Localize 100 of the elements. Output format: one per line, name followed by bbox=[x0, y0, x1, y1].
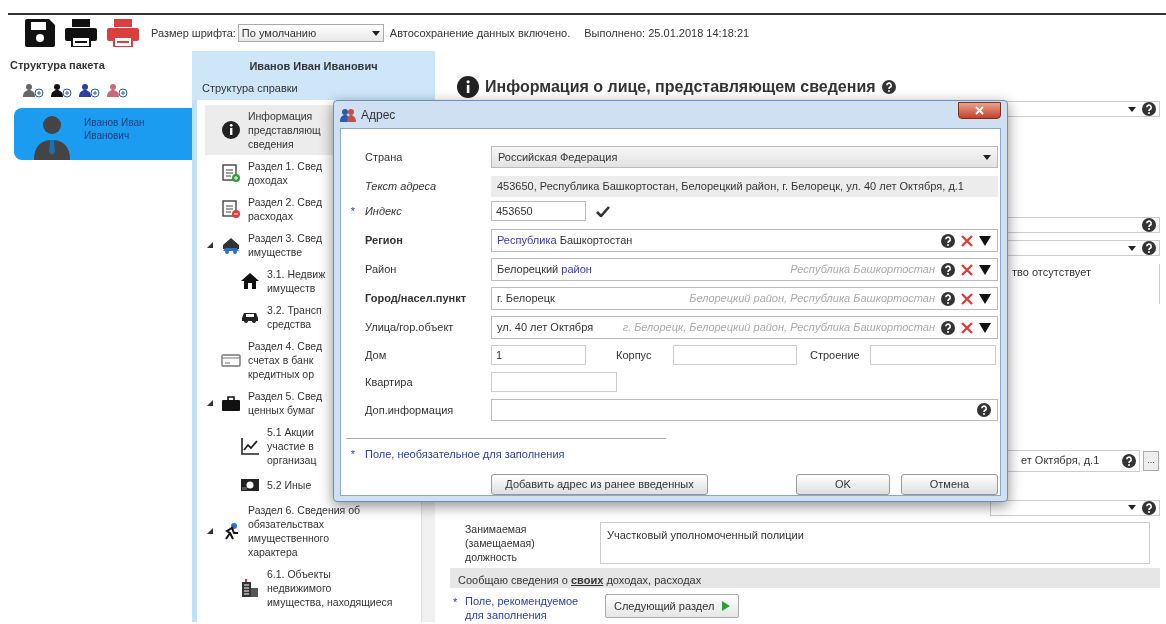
add-address-button[interactable]: Добавить адрес из ранее введенных bbox=[491, 473, 708, 495]
font-size-select[interactable]: По умолчанию bbox=[237, 24, 384, 42]
field-label: Занимаемая (замещаемая) должность bbox=[465, 521, 536, 564]
document-plus-icon bbox=[221, 163, 241, 183]
select-field[interactable] bbox=[990, 499, 1160, 516]
help-icon[interactable] bbox=[1142, 218, 1156, 232]
add-person-icon[interactable] bbox=[78, 83, 100, 98]
autosave-status: Автосохранение данных включено. bbox=[389, 25, 571, 41]
help-icon[interactable] bbox=[1142, 500, 1156, 515]
clear-icon[interactable] bbox=[961, 292, 973, 305]
hint-text: Поле, необязательное для заполнения bbox=[365, 447, 565, 462]
caret-icon[interactable] bbox=[1128, 505, 1136, 510]
house-field[interactable]: 1 bbox=[491, 345, 586, 365]
field-label: Квартира bbox=[365, 374, 413, 390]
asterisk-mark: * bbox=[453, 595, 459, 610]
play-icon bbox=[722, 601, 731, 611]
asterisk-mark: * bbox=[349, 203, 357, 219]
section-heading: Информация о лице, представляющем сведения bbox=[485, 77, 876, 97]
dialog-title: Адрес bbox=[361, 106, 397, 124]
field-label: Улица/гор.объект bbox=[365, 320, 454, 336]
add-person-icon[interactable] bbox=[22, 83, 44, 98]
expand-arrow-icon[interactable] bbox=[206, 400, 213, 406]
save-icon[interactable] bbox=[25, 19, 55, 47]
panel-title: Структура пакета bbox=[9, 58, 106, 73]
clear-icon[interactable] bbox=[961, 263, 973, 276]
house-car-icon bbox=[221, 235, 241, 255]
field-label: Корпус bbox=[616, 347, 653, 363]
consent-text: Сообщаю сведения о своих доходах, расходах bbox=[458, 573, 702, 586]
input-field[interactable] bbox=[491, 399, 998, 421]
tree-item[interactable]: Раздел 6. Сведения об обязательствах имущественного характера bbox=[205, 499, 421, 563]
help-icon[interactable] bbox=[977, 403, 991, 417]
apartment-field[interactable] bbox=[491, 372, 617, 392]
tree-item[interactable]: 6.1. Объекты недвижимого имущества, находящиеся bbox=[205, 563, 421, 613]
caret-icon[interactable] bbox=[1128, 245, 1136, 251]
hint-text: Белорецкий район, Республика Башкортостан bbox=[688, 291, 935, 307]
expand-arrow-icon[interactable] bbox=[206, 528, 213, 534]
dropdown-icon[interactable] bbox=[979, 322, 991, 333]
person-item[interactable]: Иванов Иван Иванович bbox=[14, 107, 192, 160]
browse-button[interactable]: ... bbox=[1143, 450, 1159, 471]
hint-text: г. Белорецк, Белорецкий район, Республика Башкортостан bbox=[621, 320, 935, 336]
help-icon[interactable] bbox=[1142, 102, 1156, 116]
field-label: Дом bbox=[365, 347, 387, 363]
index-field[interactable]: 453650 bbox=[491, 201, 586, 221]
caret-icon[interactable] bbox=[1128, 106, 1136, 112]
person-name: Иванов Иван Иванович bbox=[248, 59, 379, 74]
country-select[interactable]: Российская Федерация bbox=[491, 146, 998, 168]
people-icon bbox=[340, 107, 356, 122]
dropdown-icon[interactable] bbox=[979, 264, 991, 275]
caret-icon[interactable] bbox=[371, 30, 380, 36]
input-field[interactable] bbox=[673, 345, 797, 365]
field-label: Регион bbox=[365, 233, 403, 249]
close-button[interactable] bbox=[958, 102, 1001, 119]
lookup-field[interactable]: Белорецкий район Республика Башкортостан bbox=[491, 258, 998, 281]
close-icon bbox=[975, 106, 984, 115]
help-icon[interactable] bbox=[1142, 241, 1156, 255]
help-icon[interactable] bbox=[941, 320, 955, 335]
printer-icon[interactable] bbox=[65, 19, 97, 47]
field-label: Строение bbox=[810, 347, 861, 363]
caret-icon[interactable] bbox=[983, 154, 991, 160]
cancel-button[interactable]: Отмена bbox=[901, 473, 998, 495]
lookup-field[interactable]: Республика Башкортостан bbox=[491, 229, 998, 252]
house-icon bbox=[240, 271, 260, 291]
help-icon[interactable] bbox=[941, 291, 955, 306]
info-icon bbox=[221, 120, 241, 140]
help-icon[interactable] bbox=[941, 233, 955, 248]
building-icon bbox=[240, 578, 260, 598]
info-icon bbox=[457, 76, 479, 98]
dropdown-icon[interactable] bbox=[979, 293, 991, 304]
expand-arrow-icon[interactable] bbox=[206, 242, 213, 248]
clear-icon[interactable] bbox=[961, 321, 973, 334]
text-area[interactable]: Участковый уполномоченный полиции bbox=[600, 521, 1150, 564]
completed-status: Выполнено: 25.01.2018 14:18:21 bbox=[584, 25, 750, 41]
next-section-button[interactable]: Следующий раздел bbox=[605, 594, 740, 618]
car-icon bbox=[240, 311, 260, 323]
field-label: Текст адреса bbox=[365, 179, 437, 195]
hint-text: Поле, рекомендуемое для заполнения bbox=[465, 594, 580, 622]
help-icon[interactable] bbox=[941, 262, 955, 277]
field-label: Доп.информация bbox=[365, 402, 454, 418]
field-label: Город/насел.пункт bbox=[365, 291, 467, 307]
font-size-label: Размер шрифта: bbox=[151, 25, 236, 41]
help-icon[interactable] bbox=[881, 80, 896, 94]
input-field[interactable] bbox=[870, 345, 996, 365]
lookup-field[interactable]: ул. 40 лет Октября г. Белорецк, Белорецкий район, Республика Башкортостан bbox=[491, 316, 998, 339]
clear-icon[interactable] bbox=[961, 234, 973, 247]
field-label: Индекс bbox=[365, 203, 402, 219]
add-person-icon[interactable] bbox=[106, 83, 128, 98]
chart-icon bbox=[240, 436, 260, 456]
lookup-field[interactable]: г. Белорецк Белорецкий район, Республика Башкортостан bbox=[491, 287, 998, 310]
briefcase-icon bbox=[221, 393, 241, 413]
help-icon[interactable] bbox=[1122, 453, 1136, 468]
panel-subtitle: Структура справки bbox=[202, 80, 299, 96]
field-label: Район bbox=[365, 262, 397, 278]
ok-button[interactable]: OK bbox=[796, 473, 890, 495]
dropdown-icon[interactable] bbox=[979, 235, 991, 246]
field-text: тво отсутствует bbox=[1012, 266, 1091, 278]
tree-item[interactable]: 5.2 Иные bbox=[205, 471, 421, 499]
asterisk-mark: * bbox=[349, 447, 357, 462]
hint-text: Республика Башкортостан bbox=[789, 262, 935, 278]
document-minus-icon bbox=[221, 199, 241, 219]
add-person-icon[interactable] bbox=[50, 83, 72, 98]
